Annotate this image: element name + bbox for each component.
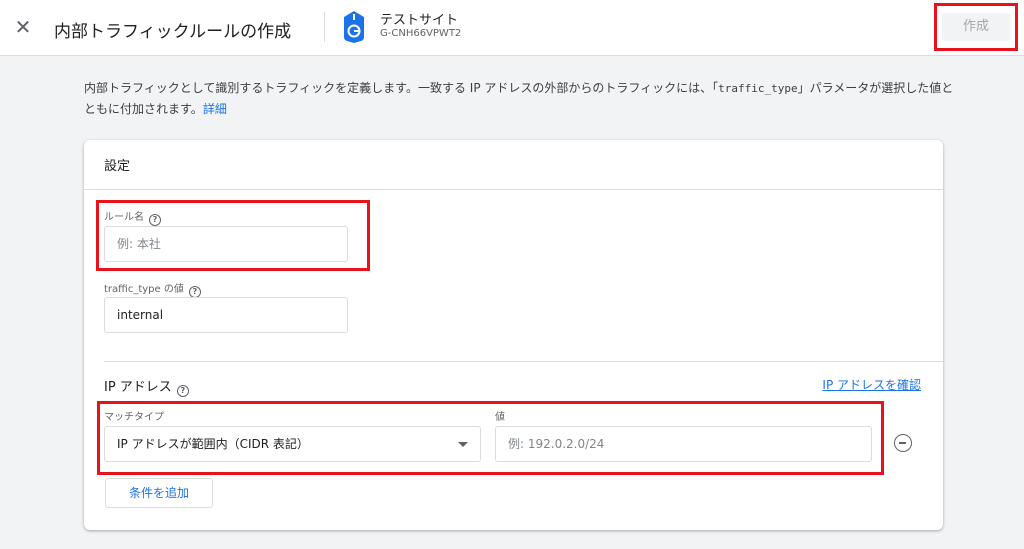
google-analytics-tag-icon xyxy=(344,11,364,43)
intro-text-before: 内部トラフィックとして識別するトラフィックを定義します。一致する IP アドレス… xyxy=(84,81,719,95)
traffic-type-label: traffic_type の値? xyxy=(104,280,201,298)
top-bar: ✕ 内部トラフィックルールの作成 テストサイト G-CNH66VPWT2 作成 xyxy=(0,0,1024,56)
section-divider xyxy=(104,361,943,362)
learn-more-link[interactable]: 詳細 xyxy=(203,102,227,116)
help-icon[interactable]: ? xyxy=(176,385,189,397)
add-condition-button[interactable]: 条件を追加 xyxy=(105,478,213,508)
close-icon[interactable]: ✕ xyxy=(12,16,34,38)
ip-condition-highlight xyxy=(97,401,884,475)
remove-circle-icon[interactable] xyxy=(894,434,912,452)
ip-section-title: IP アドレス? xyxy=(104,376,189,397)
create-button-highlight: 作成 xyxy=(934,3,1018,51)
page-title: 内部トラフィックルールの作成 xyxy=(54,22,292,42)
verify-ip-link[interactable]: IP アドレスを確認 xyxy=(822,376,921,393)
intro-code: traffic_type xyxy=(718,82,798,95)
header-divider xyxy=(324,12,325,42)
traffic-type-label-text: traffic_type の値 xyxy=(104,284,184,295)
card-divider xyxy=(84,189,943,190)
intro-description: 内部トラフィックとして識別するトラフィックを定義します。一致する IP アドレス… xyxy=(84,78,954,119)
property-id: G-CNH66VPWT2 xyxy=(380,28,462,39)
settings-card: 設定 ルール名? traffic_type の値? IP アドレス? IP アド… xyxy=(84,140,943,530)
rule-name-highlight xyxy=(96,200,370,271)
traffic-type-input[interactable] xyxy=(104,297,348,333)
create-button[interactable]: 作成 xyxy=(942,13,1010,41)
ip-section-title-text: IP アドレス xyxy=(104,380,172,395)
property-name: テストサイト xyxy=(380,13,459,28)
card-title: 設定 xyxy=(104,159,131,174)
